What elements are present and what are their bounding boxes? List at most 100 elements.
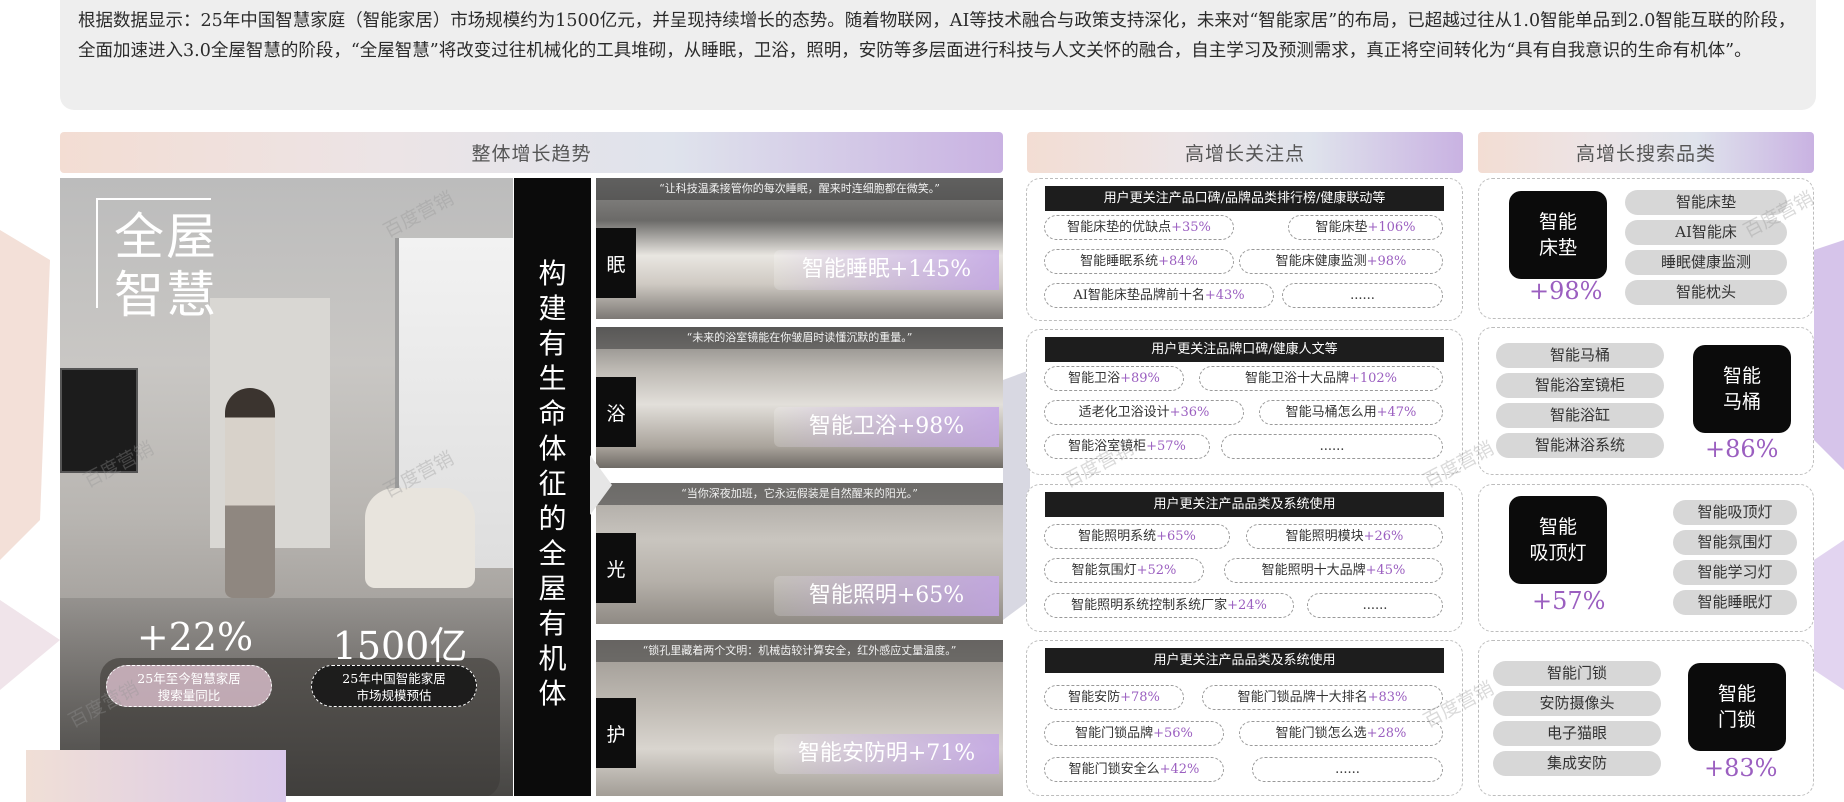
search-item: 智能睡眠灯 <box>1673 590 1797 615</box>
keyword-pill: 智能门锁品牌十大排名+83% <box>1202 685 1443 710</box>
search-item: 智能学习灯 <box>1673 560 1797 585</box>
tile-sleep-quote: “让科技温柔接管你的每次睡眠，醒来时连细胞都在微笑。” <box>596 178 1003 200</box>
focus-box-title: 用户更关注品牌口碑/健康人文等 <box>1045 337 1444 362</box>
keyword-pill: 智能床垫的优缺点+35% <box>1044 215 1234 240</box>
search-item: 智能浴室镜柜 <box>1496 373 1664 398</box>
search-item: 集成安防 <box>1493 751 1661 776</box>
tile-security-label: 智能安防明+71% <box>774 734 999 774</box>
category-growth: +86% <box>1705 435 1779 463</box>
person-graphic <box>225 388 275 598</box>
category-badge: 智能 门锁 <box>1688 663 1786 751</box>
keyword-pill-more: ...... <box>1221 434 1443 459</box>
keyword-pill: 智能门锁品牌+56% <box>1044 721 1224 746</box>
focus-box-security: 用户更关注产品品类及系统使用 智能安防+78% 智能门锁品牌十大排名+83% 智… <box>1026 640 1463 796</box>
search-item: 智能浴缸 <box>1496 403 1664 428</box>
search-item: 电子猫眼 <box>1493 721 1661 746</box>
keyword-pill: 适老化卫浴设计+36% <box>1044 400 1244 425</box>
tile-sleep-tag: 眠 <box>596 228 636 298</box>
slogan-char: 的 <box>538 502 567 535</box>
search-item: 智能淋浴系统 <box>1496 433 1664 458</box>
search-item: 智能门锁 <box>1493 661 1661 686</box>
tile-light-quote: “当你深夜加班，它永远假装是自然醒来的阳光。” <box>596 483 1003 505</box>
keyword-pill: 智能照明系统+65% <box>1044 524 1230 549</box>
keyword-pill: 智能床健康监测+98% <box>1239 249 1443 274</box>
slogan-char: 体 <box>538 677 567 710</box>
category-growth: +98% <box>1529 277 1603 305</box>
title-frame-horizontal <box>96 198 211 200</box>
tile-light-label: 智能照明+65% <box>774 576 999 616</box>
search-box-mattress: 智能 床垫 +98% 智能床垫 AI智能床 睡眠健康监测 智能枕头 <box>1478 178 1814 319</box>
keyword-pill-more: ...... <box>1282 283 1443 308</box>
keyword-pill: 智能卫浴+89% <box>1044 366 1184 391</box>
slogan-char: 建 <box>538 292 567 325</box>
keyword-pill: 智能卫浴十大品牌+102% <box>1199 366 1443 391</box>
hero-title-line-1: 全屋 <box>114 208 218 266</box>
stat-market-size: 1500亿 <box>332 624 468 668</box>
category-growth: +83% <box>1704 754 1778 782</box>
page: { "intro_text": "根据数据显示：25年中国智慧家庭（智能家居）市… <box>0 0 1844 802</box>
slogan-char: 命 <box>538 397 567 430</box>
keyword-pill: 智能睡眠系统+84% <box>1044 249 1234 274</box>
keyword-pill: 智能安防+78% <box>1044 685 1184 710</box>
category-title: 智能 马桶 <box>1722 365 1761 413</box>
tile-security: “锁孔里藏着两个文明：机械齿较计算安全，红外感应丈量温度。” 护 智能安防明+7… <box>596 640 1003 796</box>
keyword-pill: 智能照明模块+26% <box>1246 524 1443 549</box>
header-trend: 整体增长趋势 <box>60 132 1003 173</box>
hero-title-second: 智慧 <box>114 266 218 324</box>
search-item: 智能氛围灯 <box>1673 530 1797 555</box>
arrow-icon <box>590 455 612 515</box>
slogan-char: 构 <box>538 257 567 290</box>
focus-box-title: 用户更关注产品口碑/品牌品类排行榜/健康联动等 <box>1045 186 1444 211</box>
category-title: 智能 床垫 <box>1538 211 1577 259</box>
vertical-slogan: 构建有生命体征的全屋有机体 <box>514 256 591 711</box>
tile-light: “当你深夜加班，它永远假装是自然醒来的阳光。” 光 智能照明+65% <box>596 483 1003 624</box>
search-box-ceiling-light: 智能 吸顶灯 +57% 智能吸顶灯 智能氛围灯 智能学习灯 智能睡眠灯 <box>1478 484 1814 632</box>
category-badge: 智能 吸顶灯 <box>1509 496 1607 584</box>
focus-box-sleep: 用户更关注产品口碑/品牌品类排行榜/健康联动等 智能床垫的优缺点+35% 智能床… <box>1026 178 1463 321</box>
slogan-char: 生 <box>538 362 567 395</box>
keyword-pill: 智能门锁怎么选+28% <box>1239 721 1443 746</box>
search-item: 智能吸顶灯 <box>1673 500 1797 525</box>
keyword-pill-more: ...... <box>1252 757 1443 782</box>
tile-security-quote: “锁孔里藏着两个文明：机械齿较计算安全，红外感应丈量温度。” <box>596 640 1003 662</box>
focus-box-title: 用户更关注产品品类及系统使用 <box>1045 648 1444 673</box>
category-growth: +57% <box>1532 587 1606 615</box>
keyword-pill: 智能床垫+106% <box>1288 215 1443 240</box>
vertical-slogan-band: 构建有生命体征的全屋有机体 <box>514 178 591 796</box>
tile-bath-label: 智能卫浴+98% <box>774 407 999 447</box>
focus-box-title: 用户更关注产品品类及系统使用 <box>1045 492 1444 517</box>
keyword-pill: 智能氛围灯+52% <box>1044 558 1204 583</box>
title-frame-vertical <box>96 198 98 308</box>
search-item: 安防摄像头 <box>1493 691 1661 716</box>
tile-sleep: “让科技温柔接管你的每次睡眠，醒来时连细胞都在微笑。” 眠 智能睡眠+145% <box>596 178 1003 319</box>
corner-gradient-bar <box>26 750 286 802</box>
search-box-toilet: 智能马桶 智能浴室镜柜 智能浴缸 智能淋浴系统 智能 马桶 +86% <box>1478 327 1814 475</box>
keyword-pill-more: ...... <box>1307 593 1443 618</box>
slogan-char: 屋 <box>538 572 567 605</box>
search-item: 睡眠健康监测 <box>1625 250 1787 275</box>
focus-box-light: 用户更关注产品品类及系统使用 智能照明系统+65% 智能照明模块+26% 智能氛… <box>1026 484 1463 632</box>
stat-market-size-label: 25年中国智能家居 市场规模预估 <box>311 665 477 707</box>
hero-title: 全屋 <box>114 208 218 266</box>
category-badge: 智能 床垫 <box>1509 191 1607 279</box>
slogan-char: 有 <box>538 327 567 360</box>
header-search: 高增长搜索品类 <box>1478 132 1814 173</box>
category-title: 智能 门锁 <box>1717 683 1756 731</box>
slogan-char: 全 <box>538 537 567 570</box>
tile-light-tag: 光 <box>596 533 636 603</box>
slogan-char: 有 <box>538 607 567 640</box>
category-title: 智能 吸顶灯 <box>1529 516 1587 564</box>
tile-bath-quote: “未来的浴室镜能在你皱眉时读懂沉默的重量。” <box>596 327 1003 349</box>
keyword-pill: 智能照明十大品牌+45% <box>1224 558 1443 583</box>
tile-sleep-label: 智能睡眠+145% <box>774 250 999 290</box>
slogan-char: 体 <box>538 432 567 465</box>
keyword-pill: AI智能床垫品牌前十名+43% <box>1044 283 1274 308</box>
chair-graphic <box>365 488 475 588</box>
keyword-pill: 智能马桶怎么用+47% <box>1259 400 1443 425</box>
category-badge: 智能 马桶 <box>1693 345 1791 433</box>
stat-search-growth: +22% <box>136 615 254 659</box>
search-item: 智能枕头 <box>1625 280 1787 305</box>
search-box-door-lock: 智能门锁 安防摄像头 电子猫眼 集成安防 智能 门锁 +83% <box>1478 640 1814 796</box>
intro-paragraph: 根据数据显示：25年中国智慧家庭（智能家居）市场规模约为1500亿元，并呈现持续… <box>60 0 1816 110</box>
search-item: 智能马桶 <box>1496 343 1664 368</box>
